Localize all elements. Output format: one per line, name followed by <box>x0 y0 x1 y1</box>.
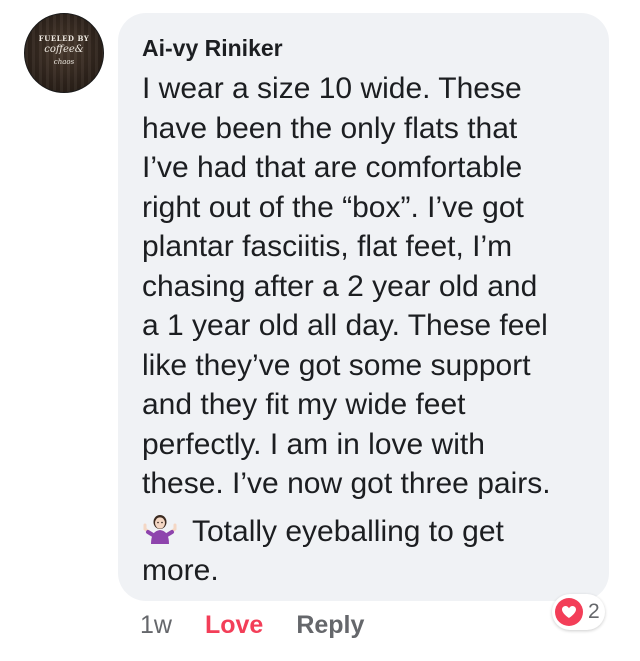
avatar-logo-line2: coffee& <box>44 44 84 55</box>
love-button[interactable]: Love <box>205 611 263 640</box>
comment: FUELED BY coffee& chaos Ai-vy Riniker I … <box>0 0 640 661</box>
avatar-logo-line3: chaos <box>53 58 75 66</box>
comment-actions: 1w Love Reply <box>140 608 364 642</box>
heart-icon <box>555 598 583 626</box>
reaction-count: 2 <box>588 600 600 623</box>
comment-timestamp[interactable]: 1w <box>140 611 172 640</box>
comment-body: I wear a size 10 wide. These have been t… <box>142 72 551 500</box>
comment-author[interactable]: Ai-vy Riniker <box>142 33 585 63</box>
avatar-logo-line1: FUELED BY <box>38 34 90 43</box>
comment-bubble: Ai-vy Riniker I wear a size 10 wide. The… <box>118 13 609 601</box>
avatar[interactable]: FUELED BY coffee& chaos <box>24 13 104 93</box>
comment-emoji-text: Totally eyeballing to get more. <box>142 514 504 588</box>
reply-button[interactable]: Reply <box>296 611 364 640</box>
reaction-summary[interactable]: 2 <box>552 594 605 630</box>
person-shrugging-emoji-icon <box>142 513 178 545</box>
comment-emoji-line: Totally eyeballing to get more. <box>142 512 585 591</box>
